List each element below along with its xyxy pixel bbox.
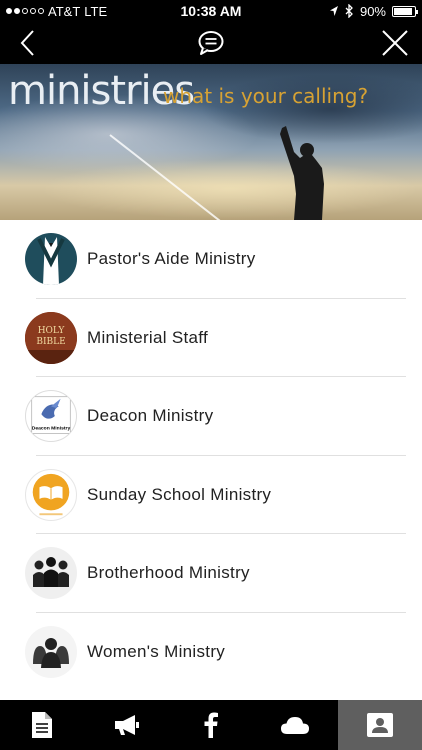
tab-announcements[interactable] [84,700,168,750]
tab-contact[interactable] [337,700,422,750]
megaphone-icon [114,715,139,735]
list-item-label: Deacon Ministry [87,406,214,426]
list-item-deacon[interactable]: Deacon Ministry Deacon Ministry [0,377,422,456]
dove-icon: Deacon Ministry [25,390,77,443]
list-item-label: Sunday School Ministry [87,484,272,504]
chevron-left-icon [20,30,34,56]
cloud-icon [281,717,310,734]
battery-fill [394,7,412,15]
tab-bar [0,700,422,750]
praying-person-silhouette [280,126,324,220]
carrier-label: AT&T [48,3,81,19]
contact-card-icon [366,713,393,737]
close-button[interactable] [380,28,410,58]
tab-document[interactable] [0,700,84,750]
svg-text:BIBLE: BIBLE [36,337,65,347]
list-item-ministerial-staff[interactable]: HOLY BIBLE Ministerial Staff [0,299,422,377]
battery-icon [392,5,418,17]
status-right: 90% [266,3,418,19]
svg-text:Deacon Ministry: Deacon Ministry [32,426,71,432]
back-button[interactable] [12,28,42,58]
list-item-label: Pastor's Aide Ministry [87,249,256,269]
chat-button[interactable] [196,28,226,58]
facebook-icon [204,712,219,738]
close-icon [382,30,408,56]
suit-icon [25,233,77,286]
group-of-men-icon [25,547,77,600]
list-item-sunday-school[interactable]: Sunday School Ministry [0,456,422,534]
ministry-list: Pastor's Aide Ministry HOLY BIBLE Minist… [0,220,422,691]
list-item-brotherhood[interactable]: Brotherhood Ministry [0,534,422,613]
holy-bible-icon: HOLY BIBLE [25,311,77,364]
status-left: AT&T LTE [6,4,156,19]
tab-cloud[interactable] [253,700,337,750]
network-label: LTE [84,3,108,19]
bluetooth-icon [345,4,353,18]
list-item-label: Brotherhood Ministry [87,563,250,583]
ministries-banner: ministries what is your calling? [0,64,422,220]
battery-percent: 90% [359,3,386,19]
status-bar: AT&T LTE 10:38 AM 90% [0,0,422,22]
banner-subtitle: what is your calling? [163,84,369,108]
location-arrow-icon [329,6,338,16]
status-time: 10:38 AM [180,3,242,19]
list-item-pastors-aide[interactable]: Pastor's Aide Ministry [0,220,422,299]
signal-dots-icon [6,8,44,14]
group-of-women-icon [25,625,77,678]
document-icon [32,712,53,738]
list-item-label: Women's Ministry [87,641,226,661]
svg-text:HOLY: HOLY [38,326,66,336]
list-item-womens[interactable]: Women's Ministry [0,613,422,692]
chat-bubble-icon [198,31,224,55]
list-item-label: Ministerial Staff [87,327,208,347]
open-book-icon [25,468,77,521]
nav-bar [0,22,422,64]
tab-facebook[interactable] [169,700,253,750]
